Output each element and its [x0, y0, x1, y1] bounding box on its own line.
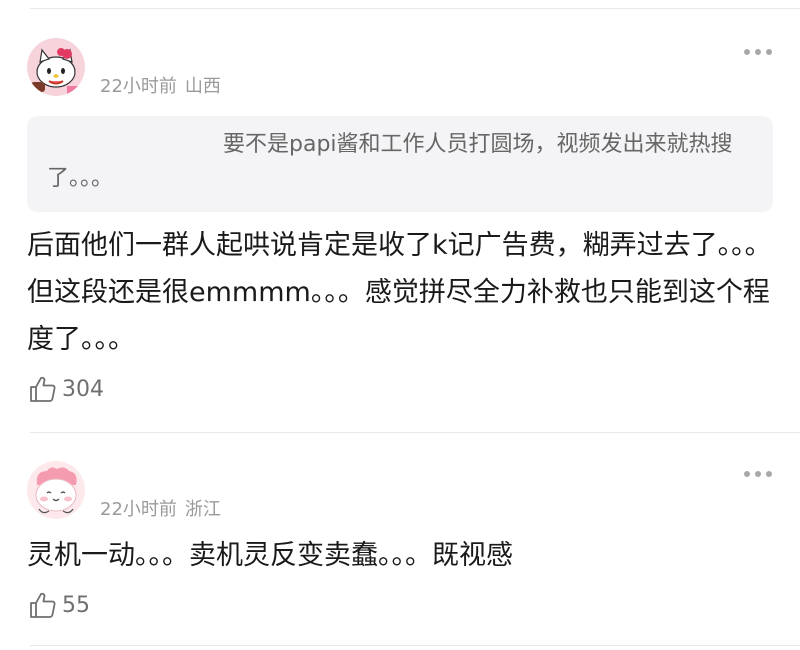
dot-icon: [766, 49, 772, 55]
comment-time: 22小时前: [100, 76, 177, 97]
comment-list: 22小时前 山西 要不是papi酱和工作人员打圆场，视频发出来就热搜了。。。 后面…: [0, 0, 800, 650]
dot-icon: [744, 49, 750, 55]
divider: [30, 645, 800, 646]
more-options-button[interactable]: [744, 468, 772, 480]
quoted-reply-text: 要不是papi酱和工作人员打圆场，视频发出来就热搜了。。。: [47, 132, 733, 191]
like-count: 55: [62, 592, 90, 618]
comment-meta: 22小时前 山西: [100, 72, 221, 98]
comment-meta: 22小时前 浙江: [100, 495, 221, 521]
dot-icon: [744, 471, 750, 477]
like-button[interactable]: 304: [28, 374, 104, 404]
dot-icon: [755, 49, 761, 55]
comment-time: 22小时前: [100, 499, 177, 520]
comment-location: 山西: [184, 76, 221, 97]
divider: [30, 432, 800, 433]
thumbs-up-icon: [30, 592, 56, 618]
thumbs-up-icon: [30, 376, 56, 402]
pink-blob-avatar-icon: [27, 461, 85, 519]
comment-text: 后面他们一群人起哄说肯定是收了k记广告费，糊弄过去了。。。但这段还是很emmmm…: [27, 230, 772, 355]
divider: [30, 8, 800, 9]
comment-location: 浙江: [184, 499, 221, 520]
more-options-button[interactable]: [744, 46, 772, 58]
comment-text: 灵机一动。。。卖机灵反变卖蠢。。。既视感: [27, 540, 513, 571]
dot-icon: [755, 471, 761, 477]
like-button[interactable]: 55: [28, 590, 90, 620]
like-count: 304: [62, 376, 104, 402]
dot-icon: [766, 471, 772, 477]
user-avatar[interactable]: [27, 38, 85, 96]
quoted-reply-box[interactable]: 要不是papi酱和工作人员打圆场，视频发出来就热搜了。。。: [27, 116, 773, 212]
user-avatar[interactable]: [27, 461, 85, 519]
hello-kitty-avatar-icon: [27, 38, 85, 96]
